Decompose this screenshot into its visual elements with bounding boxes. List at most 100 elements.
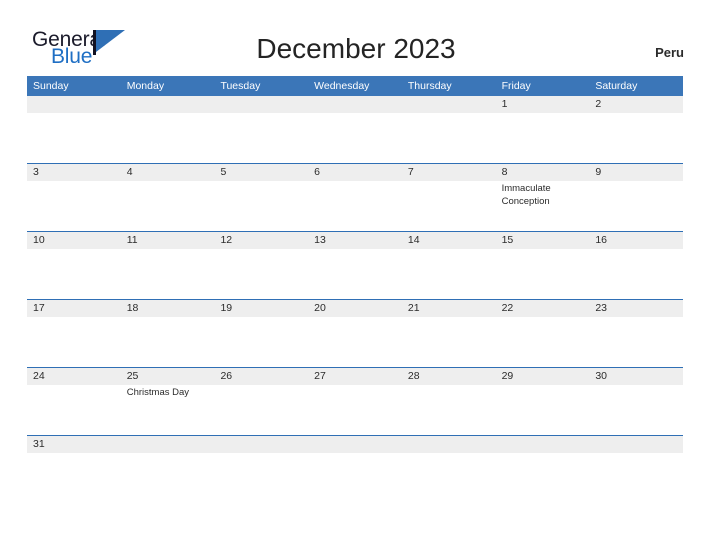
day-number[interactable]: 28 (402, 368, 496, 385)
holiday-event-label: Immaculate Conception (501, 183, 551, 207)
day-cell[interactable] (214, 385, 308, 435)
day-cell[interactable] (121, 317, 215, 367)
day-cell-empty (308, 453, 402, 475)
day-number[interactable]: 13 (308, 232, 402, 249)
day-number[interactable]: 4 (121, 164, 215, 181)
day-cell[interactable] (308, 181, 402, 231)
calendar-week-row: 17 18 19 20 21 22 23 (27, 299, 683, 367)
day-cell[interactable] (589, 385, 683, 435)
day-cell[interactable] (214, 317, 308, 367)
weekday-header-wednesday: Wednesday (314, 80, 370, 92)
day-cell[interactable] (27, 317, 121, 367)
weekday-header-thursday: Thursday (407, 80, 452, 92)
day-number[interactable]: 9 (589, 164, 683, 181)
day-cell[interactable] (402, 317, 496, 367)
day-number[interactable]: 14 (402, 232, 496, 249)
day-number[interactable]: 25 (121, 368, 215, 385)
day-cell-empty (121, 113, 215, 163)
day-cell[interactable] (308, 385, 402, 435)
day-number[interactable]: 19 (214, 300, 308, 317)
calendar-page: General Blue December 2023 Peru Sunday M… (0, 0, 712, 550)
day-number[interactable]: 24 (27, 368, 121, 385)
holiday-event-label: Christmas Day (126, 387, 190, 398)
day-number-empty (121, 96, 215, 113)
day-cell-empty (214, 453, 308, 475)
day-cell[interactable] (27, 453, 121, 475)
page-title: December 2023 (256, 33, 456, 64)
day-number[interactable]: 12 (214, 232, 308, 249)
day-cell[interactable] (27, 181, 121, 231)
day-cell[interactable] (496, 249, 590, 299)
day-number-empty (402, 96, 496, 113)
day-number[interactable]: 6 (308, 164, 402, 181)
week-date-number-band: 17 18 19 20 21 22 23 (27, 300, 683, 317)
day-cell[interactable]: Christmas Day (121, 385, 215, 435)
day-cell[interactable] (496, 113, 590, 163)
day-cell[interactable] (589, 317, 683, 367)
day-number[interactable]: 2 (589, 96, 683, 113)
day-number[interactable]: 11 (121, 232, 215, 249)
day-number[interactable]: 18 (121, 300, 215, 317)
day-number[interactable]: 3 (27, 164, 121, 181)
weekday-header-friday: Friday (501, 80, 531, 92)
day-cell[interactable] (121, 249, 215, 299)
day-cell[interactable] (496, 317, 590, 367)
weekday-header-row: Sunday Monday Tuesday Wednesday Thursday… (27, 76, 683, 96)
day-number[interactable]: 7 (402, 164, 496, 181)
day-cell[interactable] (308, 249, 402, 299)
day-number[interactable]: 10 (27, 232, 121, 249)
day-number[interactable]: 21 (402, 300, 496, 317)
day-cell-empty (496, 453, 590, 475)
week-event-band: Christmas Day (27, 385, 683, 435)
week-event-band (27, 317, 683, 367)
day-cell[interactable] (27, 385, 121, 435)
day-number[interactable]: 26 (214, 368, 308, 385)
day-cell-empty (121, 453, 215, 475)
day-cell[interactable] (589, 181, 683, 231)
day-number[interactable]: 27 (308, 368, 402, 385)
week-event-band (27, 113, 683, 163)
day-number[interactable]: 31 (27, 436, 121, 453)
calendar-week-row: 10 11 12 13 14 15 16 (27, 231, 683, 299)
calendar-week-row: 12 (27, 96, 683, 163)
week-event-band (27, 249, 683, 299)
day-number[interactable]: 16 (589, 232, 683, 249)
week-date-number-band: 3456789 (27, 164, 683, 181)
day-cell[interactable] (589, 113, 683, 163)
day-cell[interactable]: Immaculate Conception (496, 181, 590, 231)
week-date-number-band: 31 (27, 436, 683, 453)
day-cell[interactable] (402, 385, 496, 435)
day-number[interactable]: 20 (308, 300, 402, 317)
day-number[interactable]: 8 (496, 164, 590, 181)
week-event-band: Immaculate Conception (27, 181, 683, 231)
day-cell[interactable] (121, 181, 215, 231)
page-header: General Blue December 2023 Peru (0, 0, 712, 76)
day-cell[interactable] (308, 317, 402, 367)
day-number[interactable]: 22 (496, 300, 590, 317)
day-number[interactable]: 23 (589, 300, 683, 317)
day-number[interactable]: 15 (496, 232, 590, 249)
weekday-header-tuesday: Tuesday (220, 80, 261, 92)
day-cell-empty (589, 453, 683, 475)
day-number[interactable]: 1 (496, 96, 590, 113)
day-number[interactable]: 30 (589, 368, 683, 385)
day-number-empty (308, 436, 402, 453)
weekday-header-saturday: Saturday (595, 80, 638, 92)
day-number[interactable]: 29 (496, 368, 590, 385)
day-number[interactable]: 17 (27, 300, 121, 317)
day-number-empty (214, 96, 308, 113)
day-cell-empty (402, 113, 496, 163)
day-cell[interactable] (214, 181, 308, 231)
day-cell[interactable] (27, 249, 121, 299)
day-number-empty (308, 96, 402, 113)
day-cell[interactable] (402, 181, 496, 231)
weekday-header-sunday: Sunday (33, 80, 69, 92)
day-cell[interactable] (496, 385, 590, 435)
day-number[interactable]: 5 (214, 164, 308, 181)
day-cell[interactable] (589, 249, 683, 299)
day-number-empty (214, 436, 308, 453)
day-cell[interactable] (402, 249, 496, 299)
day-cell[interactable] (214, 249, 308, 299)
day-cell-empty (214, 113, 308, 163)
day-number-empty (27, 96, 121, 113)
